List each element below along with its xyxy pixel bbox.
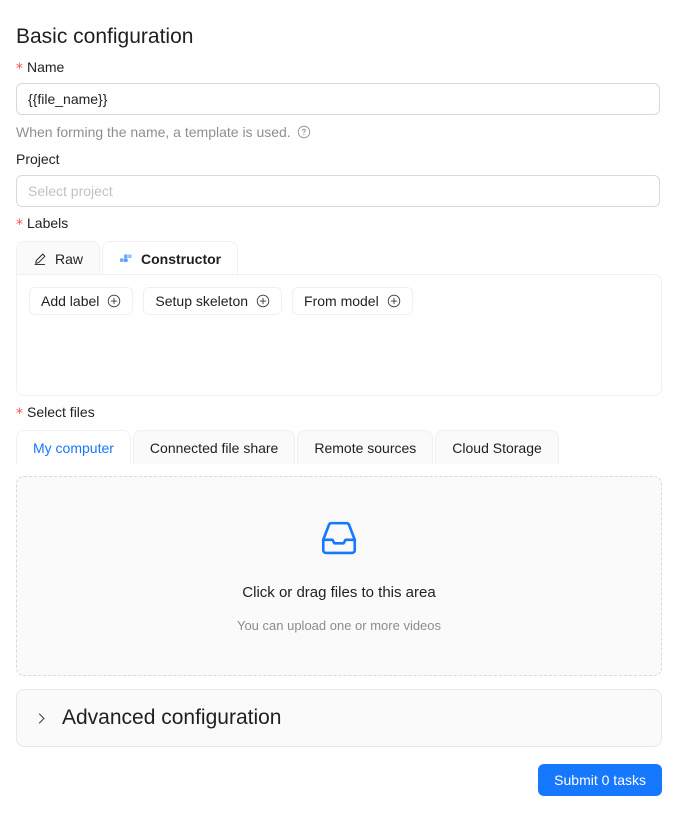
name-field-group: * Name {{file_name}} When forming the na… bbox=[16, 51, 662, 143]
submit-tasks-button[interactable]: Submit 0 tasks bbox=[538, 764, 662, 796]
required-asterisk-icon: * bbox=[16, 407, 23, 421]
advanced-configuration-title: Advanced configuration bbox=[62, 704, 282, 732]
setup-skeleton-button[interactable]: Setup skeleton bbox=[143, 287, 282, 315]
tab-remote-sources-label: Remote sources bbox=[314, 437, 416, 459]
tab-remote-sources[interactable]: Remote sources bbox=[297, 430, 433, 464]
labels-field-group: * Labels Raw bbox=[16, 207, 662, 396]
tab-cloud-storage[interactable]: Cloud Storage bbox=[435, 430, 559, 464]
tab-my-computer-label: My computer bbox=[33, 437, 114, 459]
task-creation-form: Basic configuration * Name {{file_name}}… bbox=[0, 0, 678, 816]
dropzone-hint: You can upload one or more videos bbox=[237, 616, 441, 636]
labels-label: * Labels bbox=[16, 207, 662, 239]
name-input-value: {{file_name}} bbox=[28, 88, 107, 110]
project-select[interactable]: Select project bbox=[16, 175, 660, 207]
question-circle-icon[interactable] bbox=[297, 125, 311, 139]
labels-label-text: Labels bbox=[27, 212, 68, 234]
project-label: Project bbox=[16, 143, 662, 175]
inbox-icon bbox=[318, 517, 360, 564]
select-files-group: * Select files My computer Connected fil… bbox=[16, 396, 662, 676]
tab-my-computer[interactable]: My computer bbox=[16, 430, 131, 464]
plus-circle-icon bbox=[256, 294, 270, 308]
tab-raw[interactable]: Raw bbox=[16, 241, 100, 275]
tab-constructor[interactable]: Constructor bbox=[102, 241, 238, 275]
name-label-text: Name bbox=[27, 56, 64, 78]
project-field-group: Project Select project bbox=[16, 143, 662, 207]
tab-raw-label: Raw bbox=[55, 248, 83, 270]
blocks-build-icon bbox=[119, 252, 133, 266]
add-label-button[interactable]: Add label bbox=[29, 287, 133, 315]
file-dropzone[interactable]: Click or drag files to this area You can… bbox=[16, 476, 662, 676]
tab-constructor-label: Constructor bbox=[141, 248, 221, 270]
required-asterisk-icon: * bbox=[16, 218, 23, 232]
page-title: Basic configuration bbox=[16, 0, 662, 51]
tab-connected-file-share-label: Connected file share bbox=[150, 437, 278, 459]
form-footer: Submit 0 tasks bbox=[16, 764, 662, 796]
name-helper-row: When forming the name, a template is use… bbox=[16, 121, 662, 143]
chevron-right-icon[interactable] bbox=[35, 712, 48, 725]
from-model-button[interactable]: From model bbox=[292, 287, 413, 315]
setup-skeleton-button-label: Setup skeleton bbox=[155, 290, 248, 312]
plus-circle-icon bbox=[107, 294, 121, 308]
required-asterisk-icon: * bbox=[16, 62, 23, 76]
from-model-button-label: From model bbox=[304, 290, 379, 312]
project-label-text: Project bbox=[16, 148, 60, 170]
advanced-configuration-panel: Advanced configuration bbox=[16, 689, 662, 747]
labels-action-row: Add label Setup skeleton bbox=[29, 287, 649, 315]
name-helper-text: When forming the name, a template is use… bbox=[16, 121, 291, 143]
labels-tab-bar: Raw Constructor bbox=[16, 239, 662, 275]
select-files-label: * Select files bbox=[16, 396, 662, 428]
labels-constructor-panel: Add label Setup skeleton bbox=[16, 274, 662, 396]
select-files-label-text: Select files bbox=[27, 401, 95, 423]
plus-circle-icon bbox=[387, 294, 401, 308]
advanced-configuration-header[interactable]: Advanced configuration bbox=[17, 690, 661, 746]
tab-connected-file-share[interactable]: Connected file share bbox=[133, 430, 295, 464]
dropzone-title: Click or drag files to this area bbox=[242, 582, 435, 604]
edit-pencil-icon bbox=[33, 252, 47, 266]
name-label: * Name bbox=[16, 51, 662, 83]
project-select-placeholder: Select project bbox=[28, 180, 113, 202]
add-label-button-label: Add label bbox=[41, 290, 99, 312]
select-files-tab-bar: My computer Connected file share Remote … bbox=[16, 428, 662, 464]
tab-cloud-storage-label: Cloud Storage bbox=[452, 437, 542, 459]
name-input[interactable]: {{file_name}} bbox=[16, 83, 660, 115]
